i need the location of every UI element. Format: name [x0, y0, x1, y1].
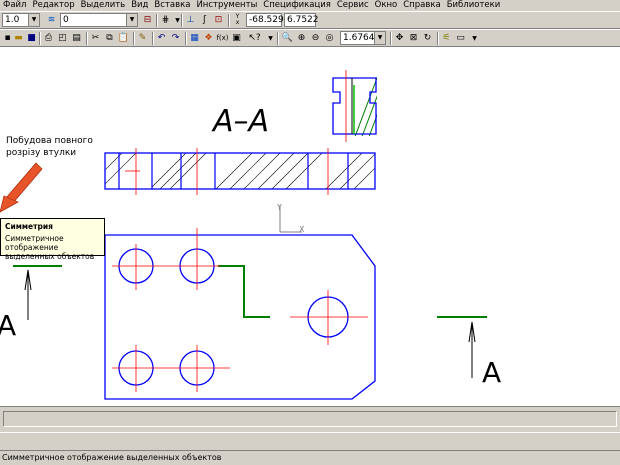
menu-item-3[interactable]: Вид [128, 0, 151, 11]
bushing-section [332, 70, 377, 142]
menu-item-9[interactable]: Справка [400, 0, 443, 11]
section-title: A–A [211, 104, 269, 139]
menu-item-0[interactable]: Файл [0, 0, 29, 11]
menu-item-4[interactable]: Вставка [151, 0, 193, 11]
snap-icon[interactable]: ⊡ [212, 14, 225, 27]
preview-icon[interactable]: ◰ [56, 32, 69, 45]
undo-icon[interactable]: ↶ [155, 32, 168, 45]
layers-icon[interactable]: ≋ [45, 14, 58, 27]
measure-icon[interactable]: ⚟ [440, 32, 453, 45]
menu-item-5[interactable]: Инструменты [193, 0, 260, 11]
cut-icon[interactable]: ✂ [89, 32, 102, 45]
window-icon[interactable]: ▭ [454, 32, 467, 45]
zoom-all-icon[interactable]: ⊠ [407, 32, 420, 45]
tooltip-title: Симметрия [5, 222, 53, 231]
note-line-1: Побудова повного [6, 136, 93, 146]
tooltip-desc-line-1: Симметричное отображение [5, 234, 64, 252]
chevron-down-icon[interactable]: ▼ [126, 14, 137, 26]
save-icon[interactable]: ■ [25, 32, 38, 45]
ortho-icon[interactable]: ⊥ [184, 14, 197, 27]
zoom-fit-icon[interactable]: ◎ [323, 32, 336, 45]
menu-item-6[interactable]: Спецификация [260, 0, 334, 11]
paste-icon[interactable]: 📋 [117, 32, 130, 45]
pan-icon[interactable]: ✥ [393, 32, 406, 45]
refresh-icon[interactable]: ↻ [421, 32, 434, 45]
zoom-in-icon[interactable]: ⊕ [295, 32, 308, 45]
chevron-down-icon[interactable]: ▼ [264, 32, 277, 45]
tooltip-desc-line-2: выделенных объектов [5, 252, 95, 261]
copy-icon[interactable]: ⧉ [103, 32, 116, 45]
coord-x-value: -68.529 [249, 15, 284, 25]
format-brush-icon[interactable]: ✎ [136, 32, 149, 45]
function-icon[interactable]: f(x) [216, 32, 229, 45]
layer-combo[interactable]: 0 ▼ [60, 13, 138, 27]
menu-item-10[interactable]: Библиотеки [444, 0, 504, 11]
variables-icon[interactable]: ▣ [230, 32, 243, 45]
redo-icon[interactable]: ↷ [169, 32, 182, 45]
round-icon[interactable]: ʃ [198, 14, 211, 27]
zoom-combo[interactable]: 1.6764 ▼ [340, 31, 386, 45]
cut-mark-left: A [0, 265, 62, 342]
axis-y-label: Y [276, 203, 282, 212]
annotation-arrow [0, 162, 43, 213]
annotation-note: Побудова повного розрізу втулки [6, 135, 93, 159]
strip-section [104, 148, 376, 195]
coordinates-icon: Yx [235, 13, 240, 26]
status-bar: Симметричное отображение выделенных объе… [0, 450, 620, 465]
coord-x-field[interactable]: -68.529 [246, 13, 284, 27]
line-scale-combo[interactable]: 1.0 ▼ [2, 13, 40, 27]
chevron-down-icon[interactable]: ▼ [468, 32, 481, 45]
menu-item-7[interactable]: Сервис [334, 0, 372, 11]
cut-letter-right: A [482, 356, 501, 389]
chevron-down-icon[interactable]: ▼ [28, 14, 39, 26]
layer-manager-icon[interactable]: ⊟ [141, 14, 154, 27]
toolbar-properties: 1.0 ▼ ≋ 0 ▼ ⊟ ⋕ ▼ ⊥ ʃ ⊡ Yx -68.529 6.7522 [0, 11, 620, 29]
library-icon[interactable]: ❖ [202, 32, 215, 45]
status-text: Симметричное отображение выделенных объе… [2, 453, 222, 462]
properties-icon[interactable]: ▤ [70, 32, 83, 45]
property-bar [0, 406, 620, 432]
cut-mark-right: A [437, 316, 501, 389]
origin-axes: Y X [276, 203, 305, 234]
chevron-down-icon[interactable]: ▼ [374, 32, 385, 44]
message-bar [0, 432, 620, 450]
note-line-2: розрізу втулки [6, 148, 77, 158]
menu-bar: Файл Редактор Выделить Вид Вставка Инструмент… [0, 0, 620, 11]
axis-x-label: X [299, 225, 305, 234]
cut-letter-left: A [0, 309, 16, 342]
tooltip: Симметрия Симметричное отображение выдел… [0, 218, 105, 261]
print-icon[interactable]: ⎙ [42, 32, 55, 45]
zoom-out-icon[interactable]: ⊖ [309, 32, 322, 45]
toolbar-standard: ▪ ▬ ■ ⎙ ◰ ▤ ✂ ⧉ 📋 ✎ ↶ ↷ ▦ ❖ f(x) ▣ ↖? ▼ … [0, 29, 620, 47]
open-folder-icon[interactable]: ▬ [12, 32, 25, 45]
menu-item-8[interactable]: Окно [372, 0, 401, 11]
plate-view [104, 228, 376, 400]
property-panel[interactable] [3, 411, 617, 427]
coord-y-value: 6.7522 [287, 15, 319, 25]
coord-y-field[interactable]: 6.7522 [284, 13, 319, 27]
line-scale-value: 1.0 [5, 15, 20, 25]
zoom-window-icon[interactable]: 🔍 [281, 32, 294, 45]
layer-value: 0 [63, 15, 69, 25]
menu-item-2[interactable]: Выделить [78, 0, 129, 11]
menu-item-1[interactable]: Редактор [29, 0, 77, 11]
zoom-value: 1.6764 [343, 33, 375, 43]
manager-icon[interactable]: ▦ [188, 32, 201, 45]
help-pointer-icon[interactable]: ↖? [248, 32, 261, 45]
